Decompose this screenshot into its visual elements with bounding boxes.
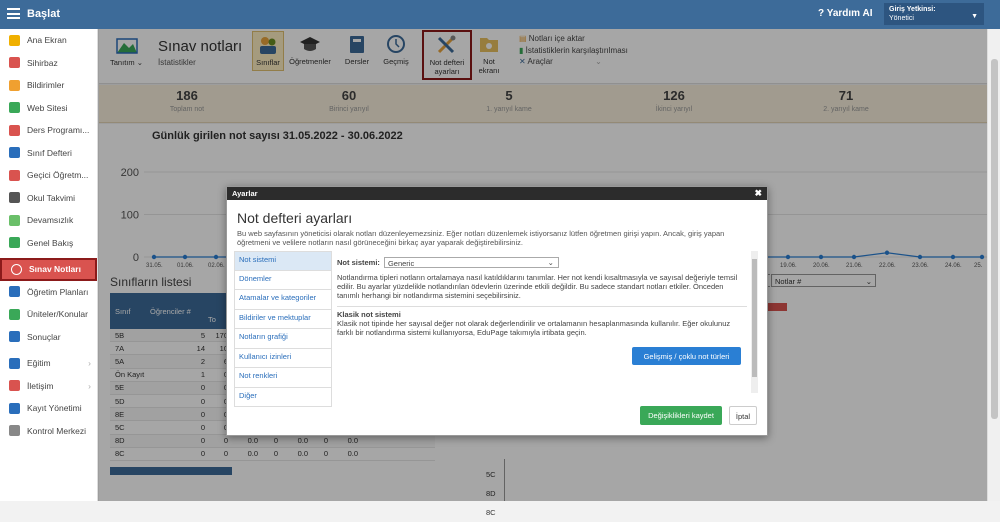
sidebar-item[interactable]: Web Sitesi [0,97,97,120]
sidebar-icon [11,263,22,275]
sidebar-item[interactable]: Sınav Notları [0,258,97,281]
sidebar-item-label: Kayıt Yönetimi [27,403,82,414]
settings-nav-item[interactable]: Diğer [234,387,332,407]
sidebar-icon [9,402,20,414]
sidebar-icon [9,124,20,136]
sidebar-item[interactable]: İletişim › [0,375,97,398]
grade-system-select[interactable]: Generic ⌄ [383,257,559,268]
sidebar-icon [9,192,20,204]
sidebar-item[interactable]: Bildirimler [0,74,97,97]
settings-nav-item[interactable]: Notların grafiği [234,329,332,349]
settings-nav-item[interactable]: Bildiriler ve mektuplar [234,309,332,329]
sidebar-item[interactable]: Öğretim Planları [0,281,97,304]
side-label: 8C [486,508,496,517]
sidebar-icon [9,214,20,226]
sidebar-icon [9,237,20,249]
chevron-right-icon: › [88,358,91,369]
settings-nav-item[interactable]: Not renkleri [234,368,332,388]
dialog-scrollbar[interactable] [751,251,758,393]
classic-system-heading: Klasik not sistemi [337,306,747,319]
help-ai-button[interactable]: ? Yardım AI [818,8,872,19]
settings-nav-item[interactable]: Dönemler [234,270,332,290]
sidebar-item-label: Geçici Öğretm... [27,170,89,181]
sidebar-item[interactable]: Sihirbaz [0,52,97,75]
dialog-scroll-thumb[interactable] [752,259,757,377]
settings-nav: Not sistemi Dönemler Atamalar ve kategoril… [234,251,332,407]
user-label: Giriş Yetkinsi: [889,6,936,13]
scrollbar-thumb[interactable] [991,59,998,419]
settings-content: Not sistemi: Generic ⌄ Notlandırma tipler… [337,251,747,391]
sidebar-item-label: Sınav Notları [29,264,81,275]
sidebar-item-label: Üniteler/Konular [27,309,88,320]
grade-system-value: Generic [387,259,415,268]
sidebar-item[interactable]: Devamsızlık [0,209,97,232]
sidebar-item[interactable]: Sınıf Defteri [0,142,97,165]
sidebar-item-label: Ders Programı... [27,125,90,136]
sidebar-item[interactable]: Geçici Öğretm... [0,164,97,187]
sidebar-icon [9,102,20,114]
sidebar-icon [9,425,20,437]
sidebar-icon [9,34,20,46]
sidebar-icon [9,380,20,392]
sidebar-item[interactable]: Ders Programı... [0,119,97,142]
save-changes-button[interactable]: Değişiklikleri kaydet [640,406,722,425]
chevron-down-icon: ▼ [971,13,978,20]
sidebar-item[interactable]: Genel Bakış [0,232,97,255]
sidebar-item-label: Kontrol Merkezi [27,425,87,436]
sidebar-item-label: Sınıf Defteri [27,147,72,158]
sidebar-item[interactable]: Üniteler/Konular [0,303,97,326]
cancel-button[interactable]: İptal [729,406,757,425]
sidebar-icon [9,169,20,181]
sidebar-icon [9,357,20,369]
sidebar-item[interactable]: Ana Ekran [0,29,97,52]
chevron-right-icon: › [88,380,91,391]
page-scrollbar[interactable] [987,29,1000,501]
sidebar-item-label: İletişim [27,380,54,391]
sidebar-item-label: Okul Takvimi [27,192,76,203]
dialog-header-label: Ayarlar [232,189,258,198]
sidebar-item-label: Bildirimler [27,80,65,91]
settings-nav-item[interactable]: Kullanıcı izinleri [234,348,332,368]
sidebar-item-label: Eğitim [27,358,51,369]
sidebar-item[interactable]: Sonuçlar [0,326,97,349]
sidebar-item[interactable]: Kontrol Merkezi [0,420,97,443]
grade-system-info: Notlandırma tipleri notların ortalamaya … [337,273,738,300]
sidebar-icon [9,79,20,91]
top-bar: Başlat ? Yardım AI Giriş Yetkinsi: Yönet… [0,0,1000,29]
classic-system-info: Klasik not tipinde her sayısal değer not… [337,319,731,337]
sidebar-item-label: Genel Bakış [27,237,74,248]
advanced-grade-types-button[interactable]: Gelişmiş / çoklu not türleri [632,347,741,365]
sidebar-item[interactable]: Eğitim › [0,352,97,375]
user-menu[interactable]: Giriş Yetkinsi: Yönetici ▼ [884,3,984,25]
sidebar-icon [9,286,20,298]
sidebar-item-label: Ana Ekran [27,35,67,46]
sidebar-icon [9,308,20,320]
grade-system-label: Not sistemi: [337,258,380,267]
sidebar-item-label: Sonuçlar [27,331,61,342]
dialog-title: Not defteri ayarları [237,210,353,226]
sidebar-item-label: Web Sitesi [27,102,68,113]
sidebar-icon [9,331,20,343]
sidebar-icon [9,147,20,159]
dialog-header: Ayarlar ✖ [227,187,767,200]
sidebar: Ana Ekran Sihirbaz Bildirimler Web Sitesi De… [0,29,98,501]
sidebar-item[interactable]: Kayıt Yönetimi [0,397,97,420]
sidebar-item-label: Sihirbaz [27,57,58,68]
hamburger-menu-icon[interactable] [7,8,20,19]
settings-nav-item[interactable]: Not sistemi [234,251,332,271]
sidebar-icon [9,57,20,69]
app-title[interactable]: Başlat [27,8,60,20]
question-icon: ? [818,8,827,19]
sidebar-item-label: Devamsızlık [27,215,74,226]
settings-dialog: Ayarlar ✖ Not defteri ayarları Bu web say… [226,186,768,436]
settings-nav-item[interactable]: Atamalar ve kategoriler [234,290,332,310]
sidebar-item[interactable]: Okul Takvimi [0,187,97,210]
close-icon[interactable]: ✖ [754,188,762,199]
user-role: Yönetici [889,15,914,22]
dialog-description: Bu web sayfasının yöneticisi olarak notl… [237,229,725,247]
sidebar-item-label: Öğretim Planları [27,286,89,297]
chevron-down-icon: ⌄ [547,258,554,267]
